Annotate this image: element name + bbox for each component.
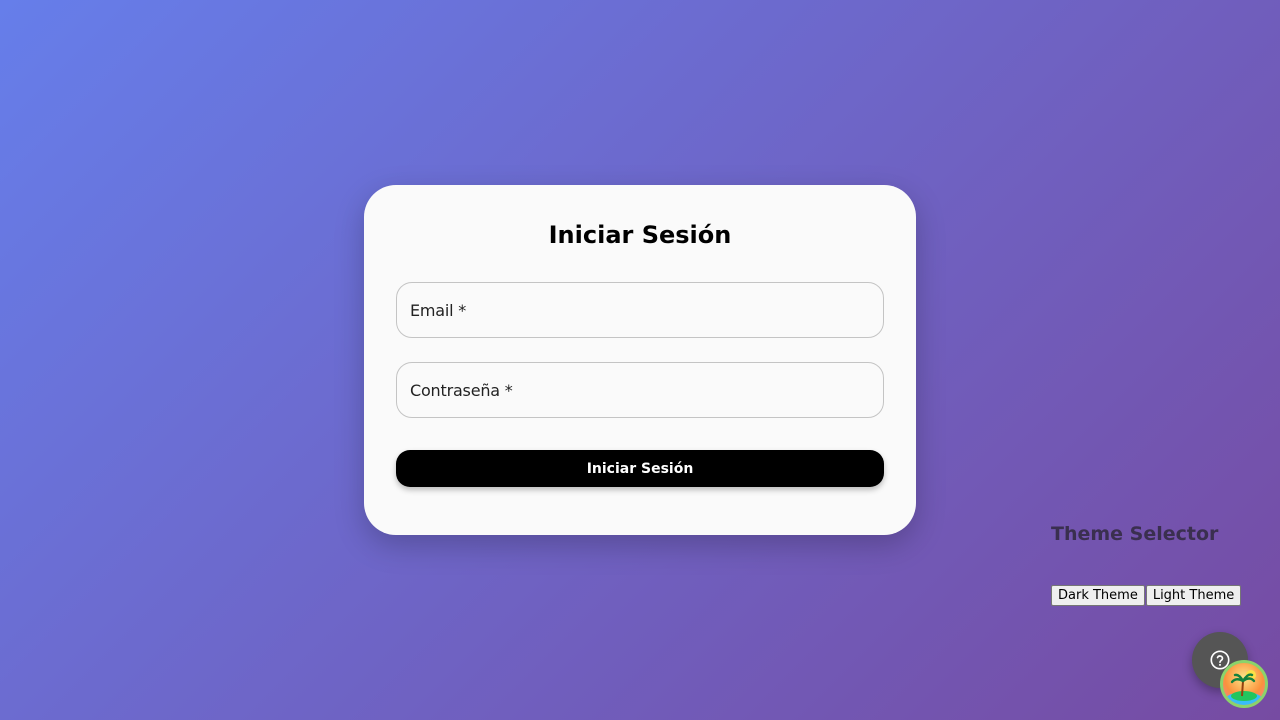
light-theme-button[interactable]: Light Theme xyxy=(1145,585,1242,606)
login-card: Iniciar Sesión Email * Contraseña * Inic… xyxy=(364,185,916,535)
email-field[interactable]: Email * xyxy=(396,282,884,338)
login-submit-button[interactable]: Iniciar Sesión xyxy=(396,450,884,487)
password-field[interactable]: Contraseña * xyxy=(396,362,884,418)
avatar[interactable] xyxy=(1220,660,1268,708)
dark-theme-button[interactable]: Dark Theme xyxy=(1051,585,1145,606)
password-label: Contraseña * xyxy=(410,380,513,400)
island-icon xyxy=(1225,670,1263,705)
theme-selector: Theme Selector Dark Theme Light Theme xyxy=(1051,523,1242,606)
email-label: Email * xyxy=(410,300,467,320)
theme-selector-title: Theme Selector xyxy=(1051,523,1219,545)
theme-buttons: Dark Theme Light Theme xyxy=(1051,585,1242,606)
login-title: Iniciar Sesión xyxy=(548,221,732,249)
